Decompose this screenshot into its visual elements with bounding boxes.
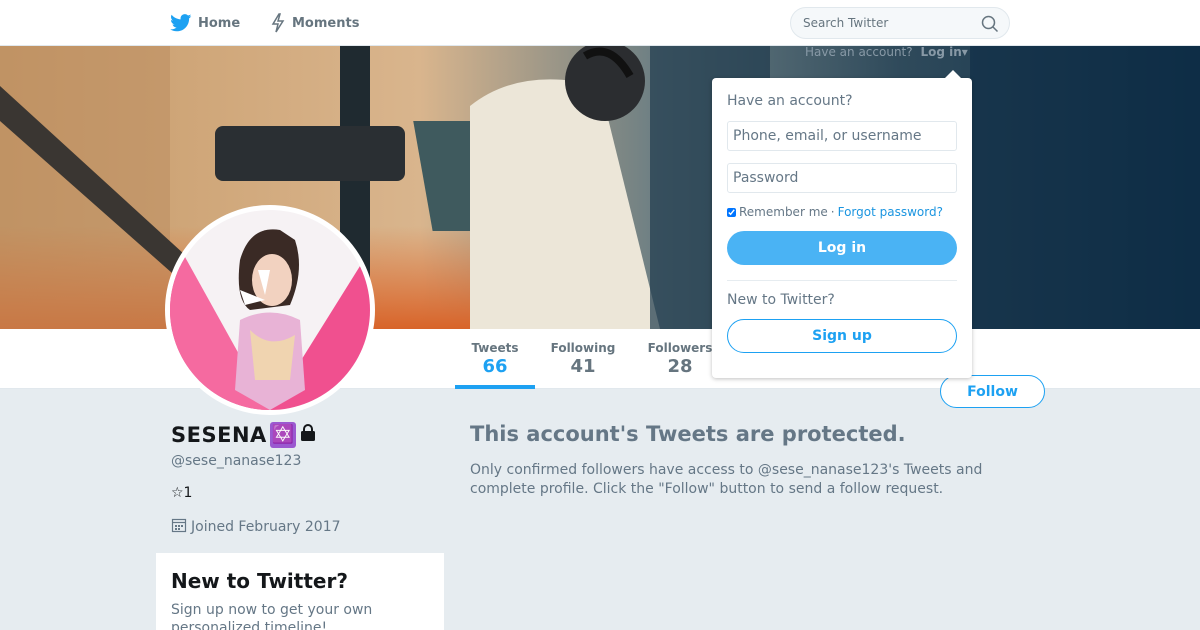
stat-label: Followers — [647, 341, 713, 355]
account-prompt-text: Have an account? — [805, 45, 913, 59]
login-dropdown-toggle[interactable]: Log in▾ — [920, 45, 967, 59]
stat-following[interactable]: Following 41 — [548, 341, 618, 377]
login-dropdown-title: Have an account? — [727, 93, 853, 109]
profile-name: SESENA — [171, 423, 267, 447]
profile-joined: Joined February 2017 — [171, 517, 341, 537]
lightning-icon — [270, 13, 286, 33]
stat-value: 66 — [482, 356, 508, 377]
search-input[interactable] — [791, 8, 971, 38]
avatar[interactable] — [165, 205, 375, 415]
stat-value: 41 — [570, 356, 596, 377]
signup-card: New to Twitter? Sign up now to get your … — [156, 553, 444, 630]
signup-card-text: Sign up now to get your own personalized… — [171, 602, 373, 630]
profile-name-row: SESENA ✡️ — [171, 422, 317, 448]
stat-followers[interactable]: Followers 28 — [645, 341, 715, 377]
stat-label: Following — [550, 341, 616, 355]
forgot-password-link[interactable]: Forgot password? — [838, 205, 943, 219]
protected-title: This account's Tweets are protected. — [470, 422, 906, 446]
stat-value: 28 — [667, 356, 693, 377]
stat-tweets[interactable]: Tweets 66 — [455, 341, 535, 389]
joined-text: Joined February 2017 — [191, 519, 341, 535]
search-icon[interactable] — [981, 15, 999, 37]
username-field[interactable] — [727, 121, 957, 151]
login-link-label: Log in — [920, 45, 962, 59]
nav-moments-label: Moments — [292, 15, 360, 31]
twitter-bird-icon — [170, 14, 192, 32]
signup-button[interactable]: Sign up — [727, 319, 957, 353]
new-to-twitter-label: New to Twitter? — [727, 292, 835, 308]
search-box — [790, 7, 1010, 39]
separator-dot: · — [830, 205, 835, 219]
nav-moments[interactable]: Moments — [270, 0, 359, 46]
divider — [727, 280, 957, 281]
star-of-david-emoji: ✡️ — [269, 422, 296, 448]
login-button[interactable]: Log in — [727, 231, 957, 265]
profile-bio: ☆1 — [171, 485, 193, 501]
remember-me-label[interactable]: Remember me — [739, 205, 828, 219]
signup-card-title: New to Twitter? — [171, 569, 348, 593]
remember-me-checkbox[interactable] — [727, 207, 736, 217]
follow-button[interactable]: Follow — [940, 375, 1045, 408]
calendar-icon — [171, 517, 187, 537]
protected-text: Only confirmed followers have access to … — [470, 462, 983, 497]
account-prompt: Have an account? Log in▾ — [805, 45, 968, 59]
remember-row: Remember me · Forgot password? — [727, 205, 957, 219]
nav-home[interactable]: Home — [170, 0, 240, 46]
login-dropdown: Have an account? Remember me · Forgot pa… — [712, 70, 972, 378]
nav-home-label: Home — [198, 15, 241, 31]
password-field[interactable] — [727, 163, 957, 193]
top-navigation-bar: Home Moments — [0, 0, 1200, 46]
stat-label: Tweets — [471, 341, 519, 355]
profile-handle[interactable]: @sese_nanase123 — [171, 453, 301, 469]
caret-down-icon: ▾ — [961, 45, 968, 59]
lock-icon — [299, 424, 317, 446]
